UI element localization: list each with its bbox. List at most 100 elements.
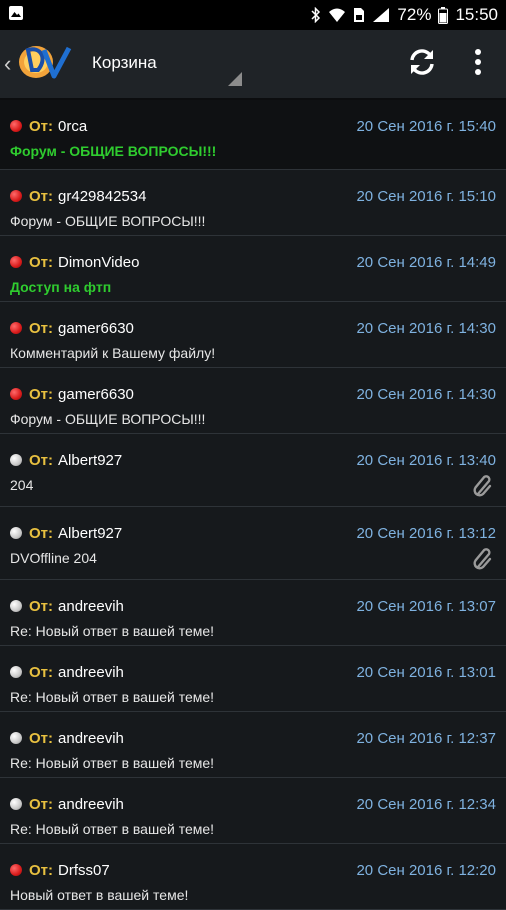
message-subject: Форум - ОБЩИЕ ВОПРОСЫ!!! [10,143,217,159]
sender-name: Albert927 [58,524,123,542]
message-row[interactable]: От: gamer6630 20 Сен 2016 г. 14:30 Форум - … [0,368,506,434]
from-label: От: [29,663,54,681]
message-datetime: 20 Сен 2016 г. 14:49 [356,253,496,271]
read-status-icon [10,732,22,744]
from-label: От: [29,729,54,747]
message-datetime: 20 Сен 2016 г. 13:12 [356,524,496,542]
message-row[interactable]: От: gr429842534 20 Сен 2016 г. 15:10 Форум … [0,170,506,236]
message-subject: Доступ на фтп [10,279,112,295]
message-subject: Re: Новый ответ в вашей теме! [10,689,215,705]
sender-name: andreevih [58,597,124,615]
sender-name: gamer6630 [58,385,134,403]
back-button[interactable]: ‹ [4,40,72,89]
unread-status-icon [10,190,22,202]
message-row[interactable]: От: 0rca 20 Сен 2016 г. 15:40 Форум - ОБЩИЕ… [0,100,506,170]
message-header: От: andreevih 20 Сен 2016 г. 13:01 [10,662,496,682]
message-header: От: Albert927 20 Сен 2016 г. 13:12 [10,523,496,543]
message-datetime: 20 Сен 2016 г. 12:34 [356,795,496,813]
read-status-icon [10,454,22,466]
unread-status-icon [10,256,22,268]
message-header: От: 0rca 20 Сен 2016 г. 15:40 [10,116,496,136]
unread-status-icon [10,322,22,334]
sender-name: 0rca [58,117,88,135]
from-label: От: [29,524,54,542]
read-status-icon [10,600,22,612]
paperclip-icon [472,547,494,576]
from-label: От: [29,795,54,813]
from-label: От: [29,451,54,469]
from-label: От: [29,117,54,135]
message-row[interactable]: От: andreevih 20 Сен 2016 г. 13:07 Re: Новы… [0,580,506,646]
sender-name: andreevih [58,795,124,813]
folder-selector[interactable]: Корзина [90,29,242,99]
refresh-button[interactable] [394,36,450,92]
overflow-menu-button[interactable] [450,36,506,92]
message-header: От: gamer6630 20 Сен 2016 г. 14:30 [10,318,496,338]
sender-name: andreevih [58,729,124,747]
battery-icon [438,6,449,24]
from-label: От: [29,253,54,271]
bluetooth-icon [311,7,321,23]
status-bar: 72% 15:50 [0,0,506,30]
from-label: От: [29,187,54,205]
message-datetime: 20 Сен 2016 г. 14:30 [356,385,496,403]
message-subject: Форум - ОБЩИЕ ВОПРОСЫ!!! [10,411,206,427]
unread-status-icon [10,120,22,132]
message-row[interactable]: От: andreevih 20 Сен 2016 г. 12:37 Re: Новы… [0,712,506,778]
dropdown-triangle-icon [228,72,242,91]
app-bar: ‹ Корзина [0,30,506,100]
message-header: От: andreevih 20 Сен 2016 г. 12:34 [10,794,496,814]
message-subject: Комментарий к Вашему файлу! [10,345,216,361]
from-label: От: [29,385,54,403]
clock: 15:50 [455,5,498,24]
message-header: От: Albert927 20 Сен 2016 г. 13:40 [10,450,496,470]
gallery-notification-icon [8,5,24,26]
message-datetime: 20 Сен 2016 г. 13:40 [356,451,496,469]
read-status-icon [10,666,22,678]
message-header: От: andreevih 20 Сен 2016 г. 13:07 [10,596,496,616]
message-row[interactable]: От: andreevih 20 Сен 2016 г. 12:34 Re: Новы… [0,778,506,844]
from-label: От: [29,319,54,337]
sender-name: gamer6630 [58,319,134,337]
message-header: От: DimonVideo 20 Сен 2016 г. 14:49 [10,252,496,272]
message-row[interactable]: От: gamer6630 20 Сен 2016 г. 14:30 Коммента… [0,302,506,368]
sim-icon [353,7,365,23]
message-datetime: 20 Сен 2016 г. 12:37 [356,729,496,747]
signal-icon [372,7,390,23]
message-row[interactable]: От: Albert927 20 Сен 2016 г. 13:40 204 [0,434,506,507]
message-datetime: 20 Сен 2016 г. 14:30 [356,319,496,337]
message-datetime: 20 Сен 2016 г. 13:07 [356,597,496,615]
refresh-icon [406,46,438,83]
message-datetime: 20 Сен 2016 г. 15:10 [356,187,496,205]
unread-status-icon [10,864,22,876]
chevron-left-icon: ‹ [4,51,12,76]
app-logo [14,40,72,89]
message-subject: DVOffline 204 [10,550,97,566]
message-subject: 204 [10,477,34,493]
message-subject: Re: Новый ответ в вашей теме! [10,623,215,639]
from-label: От: [29,861,54,879]
read-status-icon [10,527,22,539]
message-row[interactable]: От: DimonVideo 20 Сен 2016 г. 14:49 Доступ … [0,236,506,302]
message-row[interactable]: От: Drfss07 20 Сен 2016 г. 12:20 Новый отве… [0,844,506,910]
message-subject: Форум - ОБЩИЕ ВОПРОСЫ!!! [10,213,206,229]
message-header: От: Drfss07 20 Сен 2016 г. 12:20 [10,860,496,880]
message-datetime: 20 Сен 2016 г. 15:40 [356,117,496,135]
message-datetime: 20 Сен 2016 г. 12:20 [356,861,496,879]
paperclip-icon [472,474,494,503]
message-row[interactable]: От: Albert927 20 Сен 2016 г. 13:12 DVOfflin… [0,507,506,580]
message-subject: Re: Новый ответ в вашей теме! [10,821,215,837]
more-vert-icon [474,48,482,81]
message-list: От: 0rca 20 Сен 2016 г. 15:40 Форум - ОБЩИЕ… [0,100,506,910]
sender-name: andreevih [58,663,124,681]
wifi-icon [328,7,346,23]
message-subject: Новый ответ в вашей теме! [10,887,189,903]
message-datetime: 20 Сен 2016 г. 13:01 [356,663,496,681]
sender-name: gr429842534 [58,187,147,205]
message-row[interactable]: От: andreevih 20 Сен 2016 г. 13:01 Re: Новы… [0,646,506,712]
message-header: От: andreevih 20 Сен 2016 г. 12:37 [10,728,496,748]
page-title: Корзина [92,53,157,72]
message-header: От: gr429842534 20 Сен 2016 г. 15:10 [10,186,496,206]
sender-name: Albert927 [58,451,123,469]
battery-percent: 72% [397,5,432,24]
